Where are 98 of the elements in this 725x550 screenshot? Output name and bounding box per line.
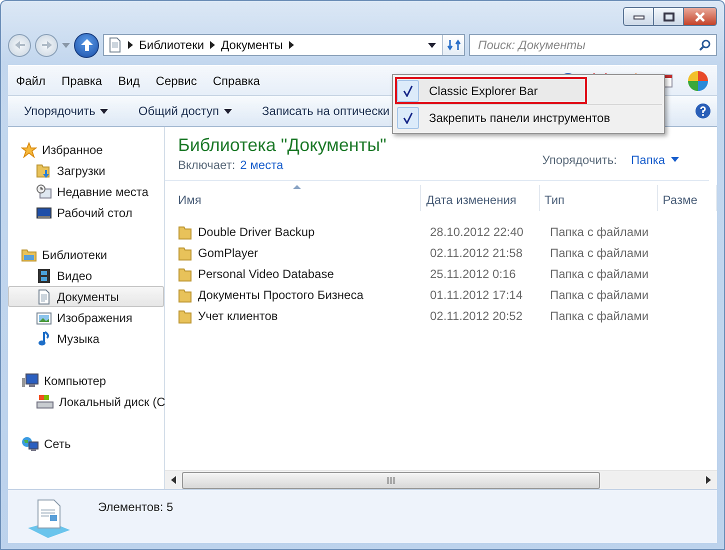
file-name[interactable]: Документы Простого Бизнеса: [198, 288, 364, 302]
includes-label: Включает:: [178, 158, 236, 172]
document-icon: [36, 288, 52, 304]
drive-icon: [36, 394, 54, 410]
type-cell-text: Папка с файлами: [549, 246, 650, 260]
minimize-icon: [632, 14, 644, 20]
star-icon: [21, 142, 37, 158]
folder-icon: [178, 286, 192, 302]
desktop-icon: [36, 204, 52, 220]
horizontal-scrollbar[interactable]: [165, 470, 717, 489]
close-button[interactable]: [683, 7, 717, 26]
scroll-left-icon[interactable]: [171, 476, 176, 484]
sidebar-item[interactable]: Недавние места: [8, 181, 164, 202]
column-header[interactable]: Имя: [165, 185, 422, 211]
maximize-icon: [662, 12, 674, 22]
library-title: Библиотека "Документы": [178, 135, 386, 156]
column-header[interactable]: Разме: [658, 185, 717, 211]
sidebar-item[interactable]: Локальный диск (C: [8, 391, 164, 412]
search-field[interactable]: Поиск: Документы: [469, 34, 717, 56]
check-glyph-icon: [403, 84, 413, 96]
grip-icon: [387, 476, 395, 484]
menu-item[interactable]: Сервис: [148, 72, 205, 90]
type-cell-text: Папка с файлами: [549, 224, 650, 238]
type-cell-text: Папка с файлами: [549, 266, 650, 280]
up-arrow-icon: [80, 38, 94, 52]
caret-icon: [100, 108, 108, 114]
network-icon: [21, 436, 39, 452]
help-icon[interactable]: [695, 103, 711, 119]
breadcrumb[interactable]: Библиотеки: [139, 38, 204, 52]
breadcrumb[interactable]: Документы: [221, 38, 283, 52]
file-name[interactable]: Double Driver Backup: [198, 224, 315, 238]
column-header[interactable]: Дата изменения: [421, 185, 540, 211]
sidebar-group[interactable]: Сеть: [8, 433, 164, 454]
type-cell-text: Папка с файлами: [549, 288, 650, 302]
status-text: Элементов: 5: [98, 499, 174, 514]
document-icon: [108, 37, 122, 53]
file-name[interactable]: Personal Video Database: [198, 266, 334, 280]
caret-icon: [671, 157, 679, 162]
column-header[interactable]: Тип: [540, 185, 658, 211]
toolbar-button[interactable]: Упорядочить: [16, 101, 116, 121]
file-name[interactable]: GomPlayer: [198, 246, 258, 260]
date-cell-text: 28.10.2012 22:40: [429, 224, 524, 238]
locations-link[interactable]: 2 места: [240, 158, 284, 172]
back-arrow-icon: [14, 40, 26, 50]
download-folder-icon: [36, 162, 52, 178]
sidebar-item[interactable]: Документы: [8, 286, 164, 307]
folder-icon: [178, 244, 192, 260]
chevron-icon[interactable]: [288, 41, 294, 49]
sidebar-group[interactable]: Избранное: [8, 139, 164, 160]
forward-arrow-icon: [40, 40, 52, 50]
maximize-button[interactable]: [653, 7, 683, 26]
toolbar-button[interactable]: Общий доступ: [130, 101, 240, 121]
minimize-button[interactable]: [623, 7, 653, 26]
menu-item[interactable]: Закрепить панели инструментов: [395, 104, 662, 131]
folder-icon: [178, 308, 192, 324]
color-ball-icon[interactable]: [687, 70, 709, 92]
refresh-button[interactable]: [442, 35, 464, 55]
close-icon: [694, 12, 706, 22]
date-cell-text: 02.11.2012 20:52: [429, 308, 524, 322]
scroll-right-icon[interactable]: [706, 476, 711, 484]
clock-window-icon: [36, 184, 52, 200]
file-name[interactable]: Учет клиентов: [198, 308, 278, 322]
image-icon: [36, 310, 52, 326]
date-cell-text: 25.11.2012 0:16: [429, 266, 517, 280]
check-glyph-icon: [403, 112, 413, 124]
up-button[interactable]: [74, 32, 99, 58]
dropdown-arrow-icon[interactable]: [428, 42, 436, 48]
date-cell-text: 01.11.2012 17:14: [429, 288, 524, 302]
menu-item[interactable]: Файл: [8, 72, 54, 90]
sidebar-item[interactable]: Загрузки: [8, 160, 164, 181]
sidebar-item[interactable]: Рабочий стол: [8, 202, 164, 223]
sidebar-item[interactable]: Видео: [8, 265, 164, 286]
chevron-icon[interactable]: [210, 41, 216, 49]
refresh-icon: [446, 39, 460, 51]
sidebar-item[interactable]: Музыка: [8, 328, 164, 349]
type-cell-text: Папка с файлами: [549, 308, 650, 322]
caret-icon: [224, 108, 232, 114]
chevron-icon[interactable]: [128, 41, 133, 49]
menu-item[interactable]: Правка: [54, 72, 110, 90]
search-icon[interactable]: [699, 39, 711, 51]
menu-item[interactable]: Справка: [204, 72, 268, 90]
film-icon: [36, 268, 52, 284]
sidebar-group[interactable]: Библиотеки: [8, 244, 164, 265]
date-cell-text: 02.11.2012 21:58: [429, 246, 524, 260]
library-folder-icon: [21, 246, 37, 262]
computer-icon: [21, 372, 39, 388]
arrange-label: Упорядочить:: [542, 152, 618, 166]
music-note-icon: [36, 330, 52, 346]
sort-arrow-icon: [292, 185, 301, 189]
arrange-dropdown[interactable]: Папка: [631, 152, 679, 166]
sidebar-item[interactable]: Изображения: [8, 307, 164, 328]
sidebar-group[interactable]: Компьютер: [8, 370, 164, 391]
menu-item[interactable]: Classic Explorer Bar: [395, 77, 587, 104]
folder-icon: [178, 224, 192, 240]
menu-item[interactable]: Вид: [110, 72, 148, 90]
address-bar[interactable]: Библиотеки Документы: [103, 34, 465, 56]
folder-icon: [178, 266, 192, 282]
toolbar-button[interactable]: Записать на оптически: [254, 101, 398, 121]
